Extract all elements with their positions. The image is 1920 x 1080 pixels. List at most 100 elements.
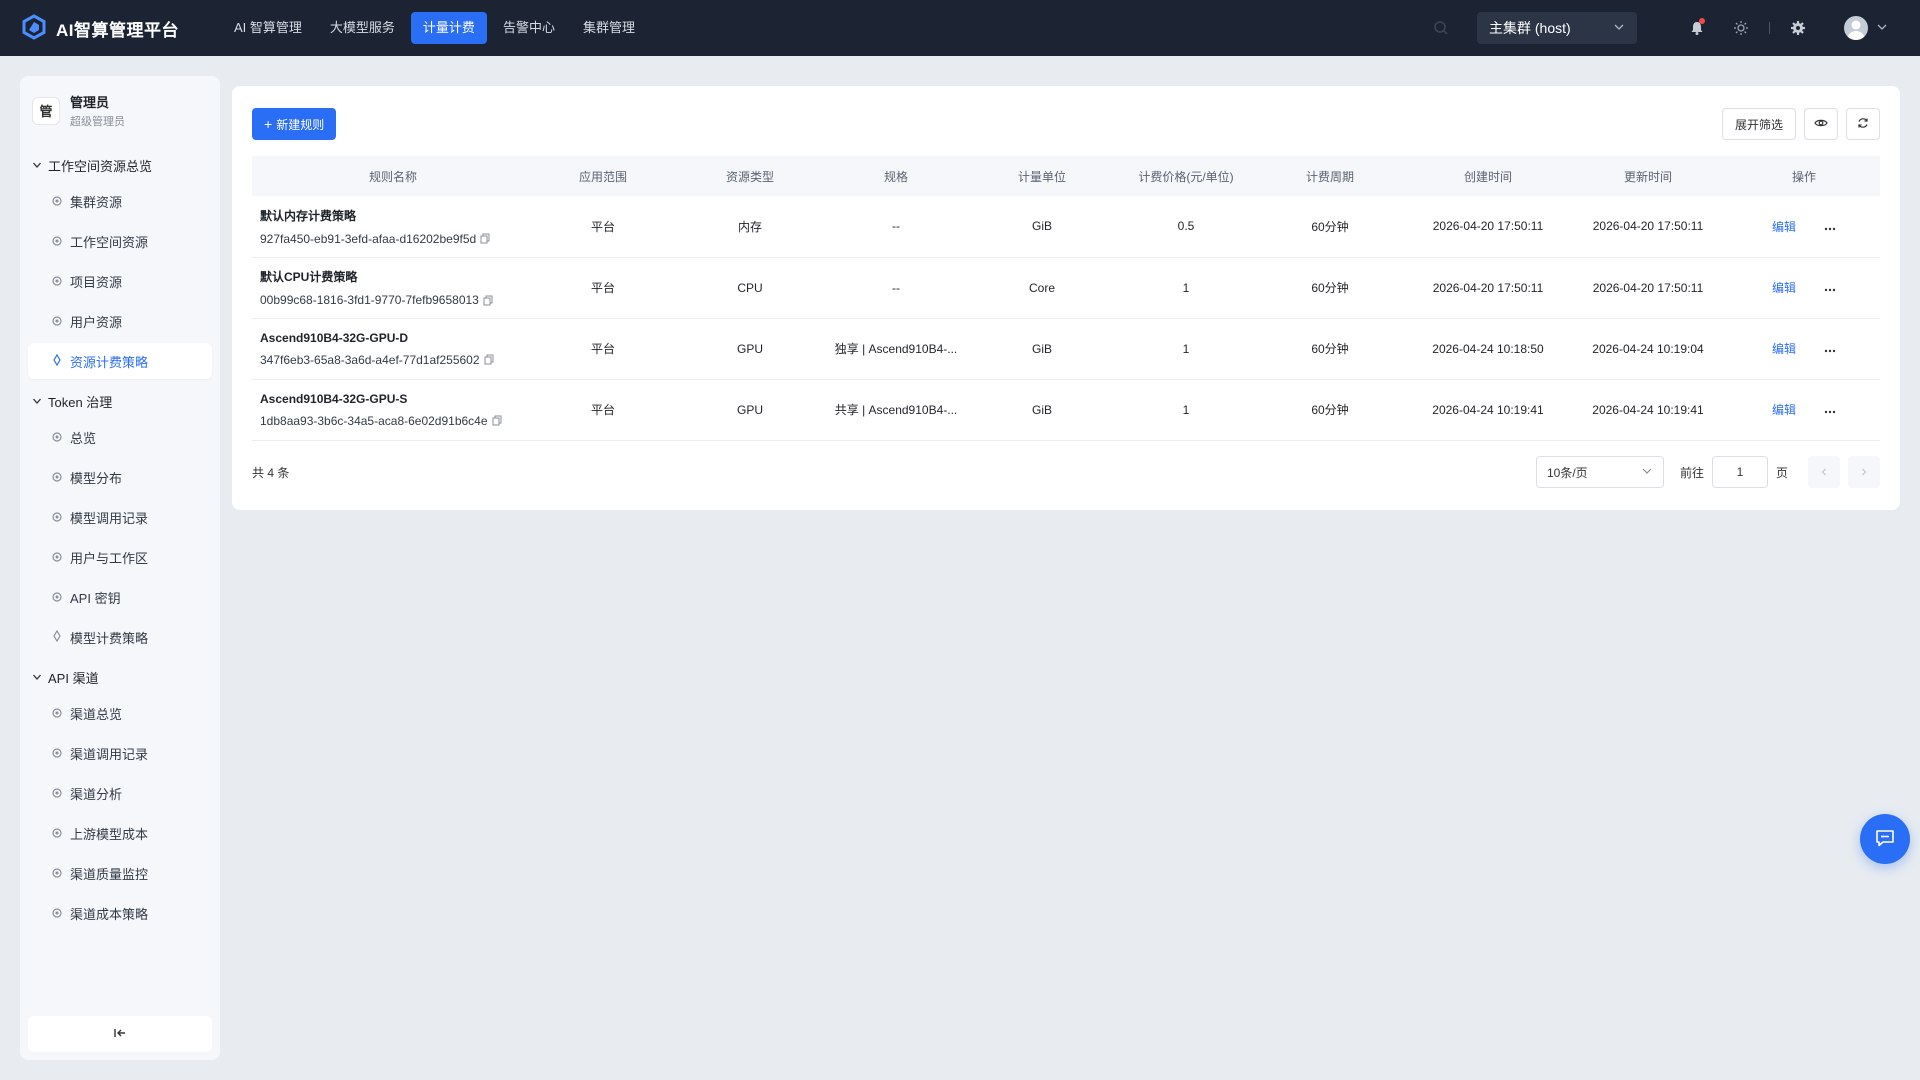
resource-icon — [52, 234, 62, 249]
table-row: 默认内存计费策略 927fa450-eb91-3efd-afaa-d16202b… — [252, 196, 1880, 258]
sidebar-item-overview[interactable]: 总览 — [28, 419, 212, 455]
scope-cell: 平台 — [534, 257, 672, 319]
resource-type-cell: 内存 — [672, 196, 828, 258]
more-icon[interactable] — [1824, 410, 1836, 414]
resource-icon — [52, 706, 62, 721]
edit-link[interactable]: 编辑 — [1772, 220, 1796, 234]
updated-time-cell: 2026-04-24 10:19:41 — [1568, 379, 1728, 441]
sidebar-group-label: 工作空间资源总览 — [48, 158, 153, 174]
edit-link[interactable]: 编辑 — [1772, 281, 1796, 295]
sidebar-item-label: 总览 — [70, 430, 97, 446]
user-card: 管 管理员 超级管理员 — [20, 76, 220, 143]
chevron-right-icon — [1859, 465, 1869, 480]
refresh-icon — [1856, 116, 1870, 133]
sidebar-item-channel-call-records[interactable]: 渠道调用记录 — [28, 735, 212, 771]
bell-icon[interactable] — [1687, 18, 1707, 38]
sidebar-group-api-channels: API 渠道 渠道总览 渠道调用记录 渠道分析 上游模型成本 渠道质量监控 渠道… — [20, 663, 220, 931]
price-cell: 1 — [1120, 257, 1252, 319]
unit-cell: Core — [964, 257, 1120, 319]
plus-icon: + — [264, 116, 273, 132]
edit-link[interactable]: 编辑 — [1772, 403, 1796, 417]
chat-assistant-button[interactable] — [1860, 814, 1910, 864]
sidebar-item-model-call-records[interactable]: 模型调用记录 — [28, 499, 212, 535]
copy-icon[interactable] — [483, 295, 493, 306]
edit-link[interactable]: 编辑 — [1772, 342, 1796, 356]
resource-icon — [52, 550, 62, 565]
user-menu[interactable] — [1844, 16, 1888, 40]
refresh-button[interactable] — [1846, 108, 1880, 140]
rule-id: 1db8aa93-3b6c-34a5-aca8-6e02d91b6c4e — [260, 413, 488, 428]
nav-item-cluster-management[interactable]: 集群管理 — [571, 12, 647, 44]
sidebar-group-workspace-resources: 工作空间资源总览 集群资源 工作空间资源 项目资源 用户资源 资源计费策略 — [20, 151, 220, 379]
sidebar-item-model-distribution[interactable]: 模型分布 — [28, 459, 212, 495]
scope-cell: 平台 — [534, 379, 672, 441]
period-cell: 60分钟 — [1252, 257, 1408, 319]
period-cell: 60分钟 — [1252, 196, 1408, 258]
main-nav: AI 智算管理 大模型服务 计量计费 告警中心 集群管理 — [222, 12, 651, 44]
sidebar-item-upstream-model-cost[interactable]: 上游模型成本 — [28, 815, 212, 851]
sidebar-item-api-keys[interactable]: API 密钥 — [28, 579, 212, 615]
sidebar-item-model-billing-policy[interactable]: 模型计费策略 — [28, 619, 212, 655]
rule-name: 默认内存计费策略 — [260, 208, 357, 223]
sidebar-group-title[interactable]: API 渠道 — [20, 663, 220, 691]
sidebar-item-label: 用户与工作区 — [70, 550, 149, 566]
column-header: 规则名称 — [252, 156, 534, 196]
sidebar-item-label: 渠道分析 — [70, 786, 123, 802]
user-badge: 管 — [32, 96, 60, 125]
new-rule-button[interactable]: + 新建规则 — [252, 108, 337, 140]
gear-icon[interactable] — [1788, 18, 1808, 38]
sidebar-group-title[interactable]: Token 治理 — [20, 387, 220, 415]
copy-icon[interactable] — [492, 415, 502, 426]
sidebar-item-resource-billing-policy[interactable]: 资源计费策略 — [28, 343, 212, 379]
updated-time-cell: 2026-04-20 17:50:11 — [1568, 196, 1728, 258]
expand-filter-button[interactable]: 展开筛选 — [1721, 108, 1796, 140]
column-header: 计费价格(元/单位) — [1120, 156, 1252, 196]
rule-id: 00b99c68-1816-3fd1-9770-7fefb9658013 — [260, 293, 479, 307]
more-icon[interactable] — [1824, 227, 1836, 231]
sidebar-item-users-workspaces[interactable]: 用户与工作区 — [28, 539, 212, 575]
pagination: 共 4 条 10条/页 前往 页 — [252, 456, 1880, 488]
chevron-down-icon — [1613, 20, 1625, 36]
table-row: Ascend910B4-32G-GPU-S 1db8aa93-3b6c-34a5… — [252, 379, 1880, 441]
sidebar-item-user-resources[interactable]: 用户资源 — [28, 303, 212, 339]
spec-cell: -- — [828, 196, 964, 258]
sidebar-item-channel-analysis[interactable]: 渠道分析 — [28, 775, 212, 811]
sidebar-item-channel-quality-monitor[interactable]: 渠道质量监控 — [28, 855, 212, 891]
next-page-button[interactable] — [1848, 456, 1880, 488]
copy-icon[interactable] — [480, 233, 490, 244]
sidebar-item-label: 集群资源 — [70, 194, 123, 210]
sidebar-item-label: 资源计费策略 — [70, 354, 149, 370]
sidebar-group-title[interactable]: 工作空间资源总览 — [20, 151, 220, 179]
cluster-selector[interactable]: 主集群 (host) — [1477, 12, 1637, 44]
page-number-input[interactable] — [1711, 456, 1768, 488]
brand[interactable]: AI智算管理平台 — [20, 13, 210, 44]
nav-item-llm-service[interactable]: 大模型服务 — [318, 12, 407, 44]
more-icon[interactable] — [1824, 349, 1836, 353]
more-icon[interactable] — [1824, 288, 1836, 292]
sidebar-item-channel-cost-policy[interactable]: 渠道成本策略 — [28, 895, 212, 931]
nav-item-metering-billing[interactable]: 计量计费 — [410, 12, 487, 44]
copy-icon[interactable] — [484, 354, 494, 365]
prev-page-button[interactable] — [1808, 456, 1840, 488]
sidebar-item-channel-overview[interactable]: 渠道总览 — [28, 695, 212, 731]
sidebar-item-project-resources[interactable]: 项目资源 — [28, 263, 212, 299]
column-visibility-button[interactable] — [1804, 108, 1838, 140]
new-rule-label: 新建规则 — [276, 117, 325, 132]
created-time-cell: 2026-04-24 10:18:50 — [1408, 318, 1568, 380]
sidebar-item-label: 渠道质量监控 — [70, 866, 149, 882]
nav-item-alert-center[interactable]: 告警中心 — [491, 12, 567, 44]
sidebar-item-cluster-resources[interactable]: 集群资源 — [28, 183, 212, 219]
created-time-cell: 2026-04-20 17:50:11 — [1408, 196, 1568, 258]
sidebar-item-workspace-resources[interactable]: 工作空间资源 — [28, 223, 212, 259]
sun-icon[interactable] — [1731, 18, 1751, 38]
page-size-select[interactable]: 10条/页 — [1535, 456, 1664, 488]
search-icon[interactable] — [1431, 18, 1451, 38]
chevron-down-icon — [32, 670, 42, 685]
sidebar-group-label: API 渠道 — [48, 670, 99, 686]
collapse-sidebar-button[interactable] — [28, 1016, 212, 1052]
scope-cell: 平台 — [534, 196, 672, 258]
sidebar-item-label: 渠道成本策略 — [70, 906, 149, 922]
sidebar-item-label: 工作空间资源 — [70, 234, 149, 250]
nav-item-ai-compute[interactable]: AI 智算管理 — [222, 12, 314, 44]
avatar — [1844, 16, 1868, 40]
